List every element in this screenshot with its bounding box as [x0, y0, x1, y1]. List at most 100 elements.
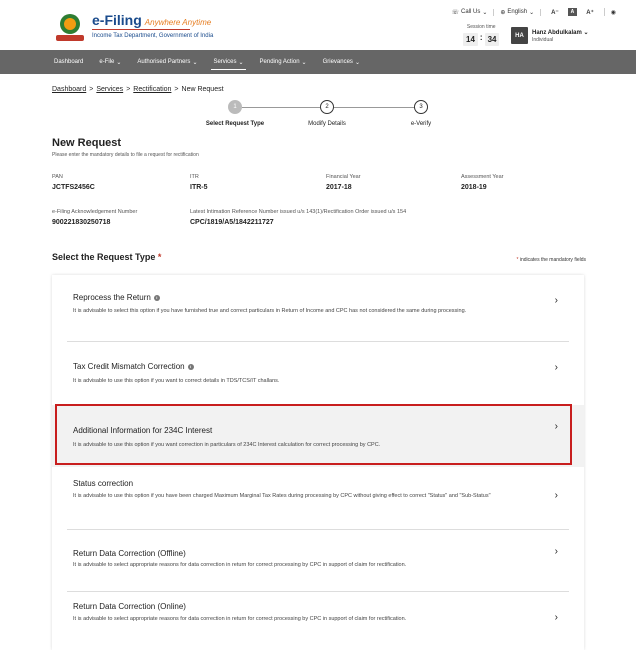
- breadcrumb: Dashboard > Services > Rectification > N…: [52, 86, 224, 93]
- step-2-label: Modify Details: [308, 121, 346, 127]
- chevron-right-icon: ›: [554, 612, 558, 623]
- chevron-right-icon: ›: [554, 546, 558, 557]
- user-name: Hanz Abdulkalam: [532, 29, 582, 36]
- itr-value: ITR-5: [190, 184, 208, 191]
- option-tax-credit-mismatch[interactable]: Tax Credit Mismatch Correction i It is ad…: [52, 342, 584, 405]
- info-icon[interactable]: i: [153, 294, 160, 301]
- step-2-circle: 2: [320, 100, 334, 114]
- option-reprocess-return[interactable]: Reprocess the Return i It is advisable to…: [52, 275, 584, 341]
- ack-label: e-Filing Acknowledgement Number: [52, 209, 138, 215]
- nav-authorised-partners[interactable]: Authorised Partners ⌄: [129, 50, 205, 74]
- required-star: *: [157, 252, 162, 262]
- nav-dashboard[interactable]: Dashboard: [46, 50, 91, 74]
- required-star: *: [516, 257, 519, 263]
- selection-highlight: [55, 404, 572, 465]
- chevron-right-icon: ›: [554, 362, 558, 373]
- option-title: Reprocess the Return: [73, 293, 151, 302]
- globe-icon: ⊕: [500, 9, 506, 16]
- fy-field: Financial Year 2017-18: [326, 174, 361, 191]
- chevron-right-icon: ›: [554, 490, 558, 501]
- chevron-right-icon: ›: [554, 295, 558, 306]
- step-1-circle: 1: [228, 100, 242, 114]
- nav-grievances[interactable]: Grievances ⌄: [315, 50, 368, 74]
- ay-value: 2018-19: [461, 184, 487, 191]
- font-normal-button[interactable]: A: [567, 8, 578, 16]
- nav-label: Grievances: [322, 59, 353, 65]
- info-icon[interactable]: i: [187, 363, 194, 370]
- chevron-down-icon: ⌄: [116, 59, 122, 66]
- chevron-down-icon: ⌄: [529, 9, 535, 16]
- nav-services[interactable]: Services ⌄: [205, 50, 251, 74]
- header: e-Filing Anywhere Anytime Income Tax Depa…: [0, 0, 636, 50]
- pan-value: JCTFS2456C: [52, 184, 95, 191]
- language-select[interactable]: ⊕ English ⌄: [494, 8, 542, 16]
- chevron-down-icon: ⌄: [482, 9, 488, 16]
- itr-label: ITR: [190, 174, 199, 180]
- emblem-logo[interactable]: [52, 10, 88, 44]
- user-menu[interactable]: HA Hanz Abdulkalam ⌄ Individual: [511, 27, 589, 44]
- session-timer: Session time 14 : 34: [463, 24, 500, 46]
- nav-label: Services: [213, 59, 237, 65]
- breadcrumb-dashboard[interactable]: Dashboard: [52, 86, 86, 93]
- breadcrumb-services[interactable]: Services: [96, 86, 123, 93]
- call-us-label: Call Us: [461, 9, 481, 15]
- option-return-data-offline[interactable]: Return Data Correction (Offline) It is a…: [52, 530, 584, 591]
- call-us-link[interactable]: ☏ Call Us ⌄: [445, 8, 495, 16]
- step-3-label: e-Verify: [410, 121, 432, 127]
- step-connector: [242, 107, 320, 108]
- section-title: Select the Request Type *: [52, 252, 161, 262]
- page-subtitle: Please enter the mandatory details to fi…: [52, 152, 199, 158]
- ack-field: e-Filing Acknowledgement Number 90022183…: [52, 209, 137, 226]
- chevron-down-icon: ⌄: [354, 59, 360, 66]
- font-increase-button[interactable]: A⁺: [582, 9, 598, 16]
- stepper: 1 2 3 Select Request Type Modify Details…: [200, 100, 440, 130]
- breadcrumb-separator: >: [126, 86, 131, 93]
- ay-label: Assessment Year: [461, 174, 504, 180]
- ref-label: Latest Intimation Reference Number issue…: [190, 209, 407, 215]
- option-description: It is advisable to select appropriate re…: [73, 616, 407, 622]
- option-description: It is advisable to select this option if…: [73, 308, 467, 314]
- mandatory-note-text: indicates the mandatory fields: [519, 257, 586, 263]
- nav-efile[interactable]: e-File ⌄: [91, 50, 129, 74]
- session-separator: :: [479, 33, 483, 42]
- breadcrumb-rectification[interactable]: Rectification: [133, 86, 171, 93]
- option-description: It is advisable to select appropriate re…: [73, 562, 407, 568]
- breadcrumb-current: New Request: [181, 86, 224, 93]
- contrast-icon: ◉: [610, 9, 616, 16]
- ack-value: 900221830250718: [52, 219, 111, 226]
- brand: e-Filing Anywhere Anytime Income Tax Depa…: [92, 13, 213, 39]
- brand-tagline: Anywhere Anytime: [144, 18, 212, 27]
- section-title-text: Select the Request Type: [52, 252, 156, 262]
- font-decrease-button[interactable]: A⁻: [547, 9, 563, 16]
- option-title: Return Data Correction (Online): [73, 602, 186, 611]
- session-seconds: 34: [484, 33, 500, 46]
- pan-label: PAN: [52, 174, 63, 180]
- option-title: Tax Credit Mismatch Correction: [73, 362, 185, 371]
- accessibility-button[interactable]: ◉: [605, 9, 622, 16]
- chevron-down-icon: ⌄: [583, 29, 589, 36]
- option-description: It is advisable to use this option if yo…: [73, 493, 491, 499]
- ref-field: Latest Intimation Reference Number issue…: [190, 209, 406, 226]
- breadcrumb-separator: >: [174, 86, 179, 93]
- mandatory-note: * indicates the mandatory fields: [517, 257, 587, 263]
- top-links: ☏ Call Us ⌄ ⊕ English ⌄ A⁻ A A⁺ ◉: [445, 8, 622, 16]
- nav-label: Pending Action: [259, 59, 300, 65]
- pan-field: PAN JCTFS2456C: [52, 174, 95, 191]
- nav-pending-action[interactable]: Pending Action ⌄: [252, 50, 315, 74]
- brand-subtitle: Income Tax Department, Government of Ind…: [92, 33, 214, 39]
- option-title: Return Data Correction (Offline): [73, 549, 186, 558]
- main-nav: Dashboard e-File ⌄ Authorised Partners ⌄ S…: [0, 50, 636, 74]
- option-description: It is advisable to use this option if yo…: [73, 378, 280, 384]
- chevron-down-icon: ⌄: [238, 59, 244, 66]
- brand-title: e-Filing: [92, 12, 142, 28]
- step-connector: [334, 107, 422, 108]
- user-role: Individual: [532, 36, 554, 43]
- language-label: English: [507, 9, 528, 15]
- fy-label: Financial Year: [326, 174, 361, 180]
- phone-icon: ☏: [451, 9, 459, 16]
- option-status-correction[interactable]: Status correction It is advisable to use…: [52, 467, 584, 529]
- nav-label: e-File: [99, 59, 115, 65]
- chevron-down-icon: ⌄: [301, 59, 307, 66]
- option-return-data-online[interactable]: Return Data Correction (Online) It is ad…: [52, 592, 584, 650]
- option-title: Status correction: [73, 479, 134, 488]
